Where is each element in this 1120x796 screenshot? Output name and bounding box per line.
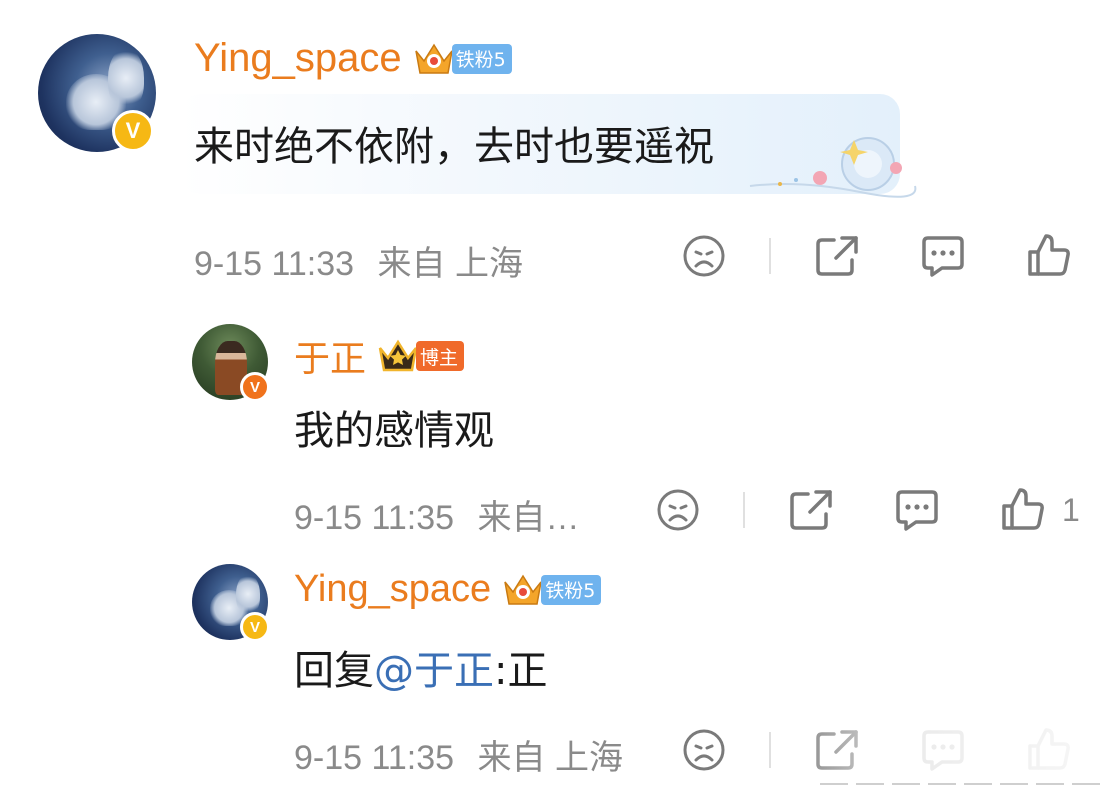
comment-location: 来自 上海 xyxy=(377,245,523,283)
blogger-badge[interactable]: 博主 xyxy=(416,341,465,371)
comment-text: 来时绝不依附，去时也要遥祝 xyxy=(194,124,714,170)
crown-icon xyxy=(376,336,420,376)
verified-v-icon: V xyxy=(112,110,154,152)
crown-icon xyxy=(412,39,456,79)
comment-icon[interactable] xyxy=(894,488,940,532)
fan-badge[interactable]: 铁粉5 xyxy=(541,574,602,605)
sad-face-icon[interactable] xyxy=(682,234,726,278)
divider xyxy=(769,732,771,768)
sad-face-icon[interactable] xyxy=(682,728,726,772)
comment-text: 我的感情观 xyxy=(294,408,494,454)
reply-suffix: :正 xyxy=(494,648,548,694)
like-icon[interactable] xyxy=(1026,232,1072,278)
divider xyxy=(743,492,745,528)
verified-v-icon: V xyxy=(240,612,270,642)
comment-time: 9-15 11:35 xyxy=(294,499,455,537)
fan-badge[interactable]: 铁粉5 xyxy=(451,43,512,74)
divider xyxy=(769,238,771,274)
comment-location: 来自 上海 xyxy=(477,739,623,777)
reply-prefix: 回复 xyxy=(294,648,374,694)
watermark-lines xyxy=(820,783,1100,785)
mention-link[interactable]: @于正 xyxy=(374,648,494,694)
crown-icon xyxy=(501,570,545,610)
comment-icon[interactable] xyxy=(920,234,966,278)
share-icon[interactable] xyxy=(814,234,860,278)
bubble-decoration xyxy=(749,137,917,198)
comment-text: 回复@于正:正 xyxy=(294,638,547,696)
like-count: 1 xyxy=(1062,492,1080,528)
sad-face-icon[interactable] xyxy=(656,488,700,532)
comment-time: 9-15 11:33 xyxy=(194,245,355,283)
username[interactable]: Ying_space xyxy=(194,36,402,81)
comment-time: 9-15 11:35 xyxy=(294,739,455,777)
like-icon[interactable] xyxy=(1000,486,1046,532)
share-icon[interactable] xyxy=(788,488,834,532)
comment-location: 来自… xyxy=(477,499,580,537)
username[interactable]: 于正 xyxy=(294,330,366,382)
username[interactable]: Ying_space xyxy=(294,568,491,611)
verified-v-icon: V xyxy=(240,372,270,402)
